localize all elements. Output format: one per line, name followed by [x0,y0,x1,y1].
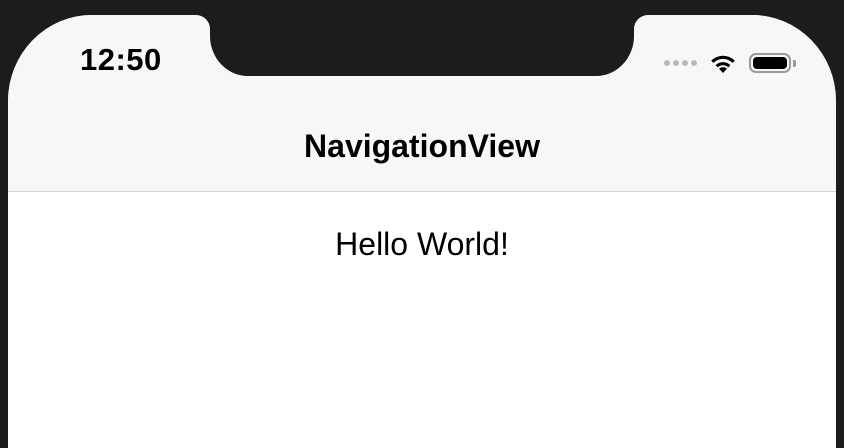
notch-corner-left [196,15,210,29]
status-icons [664,51,796,75]
notch-corner-right [634,15,648,29]
battery-icon [749,53,796,73]
navigation-title: NavigationView [304,128,540,164]
status-time: 12:50 [80,42,162,77]
signal-dots-icon [664,60,697,66]
device-frame: 12:50 NavigationView Hello World! [0,0,844,448]
navigation-bar: 12:50 NavigationView [8,15,836,192]
device-notch [210,15,634,76]
wifi-icon [709,53,737,74]
phone-screen: 12:50 NavigationView Hello World! [8,15,836,448]
hello-world-text: Hello World! [335,226,509,262]
